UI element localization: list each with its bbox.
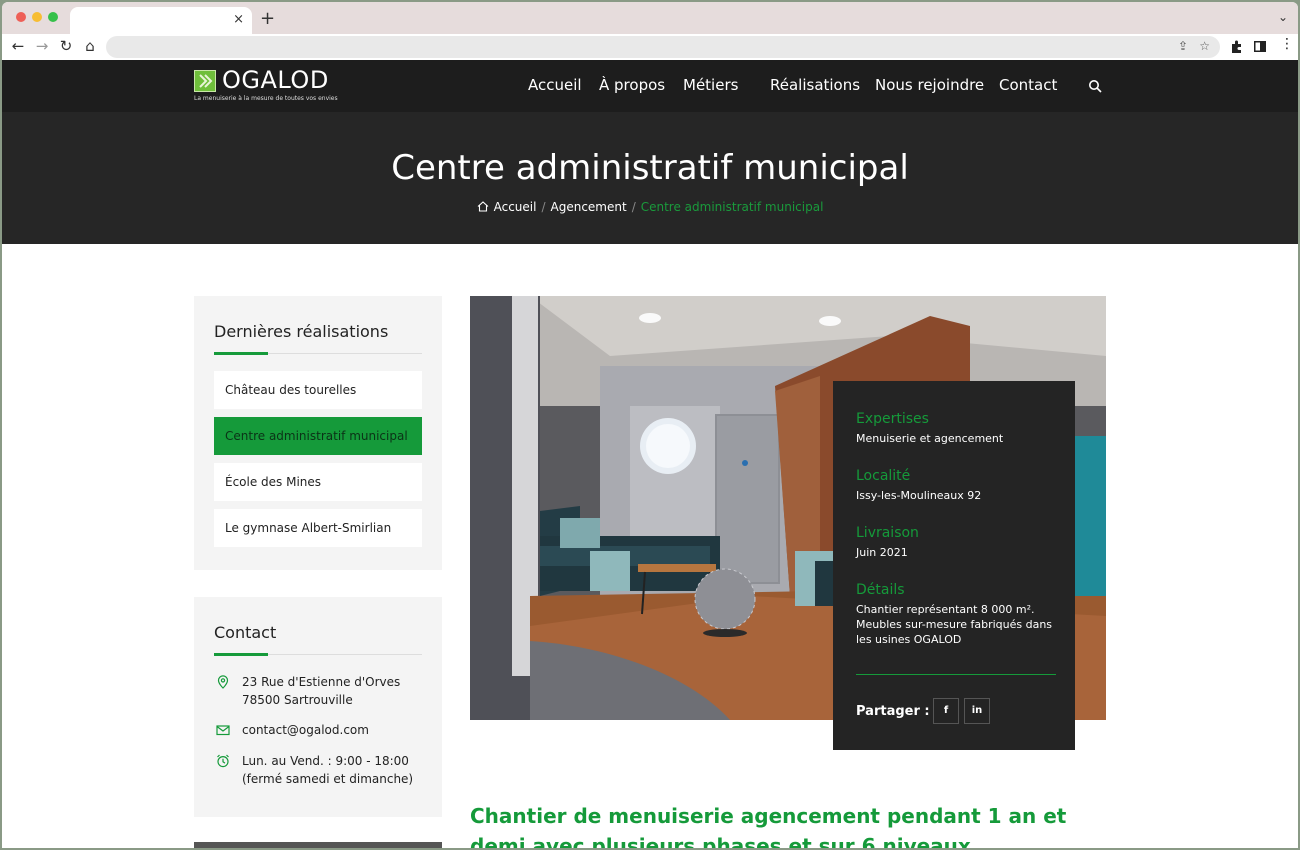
breadcrumb: Accueil / Agencement / Centre administratif … (2, 200, 1298, 214)
hours-line-2: (fermé samedi et dimanche) (242, 772, 414, 786)
logo-tagline: La menuiserie à la mesure de toutes vos … (194, 95, 338, 102)
close-window-button[interactable] (16, 12, 26, 22)
nav-accueil[interactable]: Accueil (528, 76, 582, 94)
address-line-2: 78500 Sartrouville (242, 693, 353, 707)
breadcrumb-current: Centre administratif municipal (640, 200, 824, 214)
url-input[interactable]: ⇪ ☆ (106, 36, 1220, 58)
nav-realisations[interactable]: Réalisations (770, 76, 860, 94)
logo-mark-icon (194, 70, 216, 92)
livraison-label: Livraison (856, 525, 919, 541)
breadcrumb-agencement[interactable]: Agencement (551, 200, 627, 214)
breadcrumb-home-icon[interactable] (477, 201, 489, 212)
contact-title: Contact (214, 623, 277, 642)
localite-value: Issy-les-Moulineaux 92 (856, 489, 982, 502)
back-icon[interactable]: ← (10, 37, 26, 55)
details-value: Chantier représentant 8 000 m². Meubles … (856, 603, 1053, 646)
email-link[interactable]: contact@ogalod.com (242, 721, 369, 739)
sidebar-thumbnail (194, 842, 442, 848)
nav-contact[interactable]: Contact (999, 76, 1057, 94)
breadcrumb-separator: / (541, 200, 546, 214)
browser-menu-icon[interactable]: ⋮ (1280, 36, 1294, 52)
panel-divider-accent (214, 653, 268, 656)
logo-text: OGALOD (222, 66, 329, 94)
realisations-title: Dernières réalisations (214, 322, 389, 341)
localite-label: Localité (856, 468, 911, 484)
tab-strip: × + ⌄ (2, 2, 1298, 34)
tab-search-icon[interactable]: ⌄ (1278, 10, 1288, 24)
reload-icon[interactable]: ↻ (58, 37, 74, 55)
nav-metiers[interactable]: Métiers (683, 76, 738, 94)
realisation-item-ecole-des-mines[interactable]: École des Mines (214, 463, 422, 501)
site-header: OGALOD La menuiserie à la mesure de tout… (2, 60, 1298, 112)
expertises-value: Menuiserie et agencement (856, 432, 1004, 445)
share-facebook-button[interactable]: f (933, 698, 959, 724)
share-label: Partager : (856, 704, 930, 719)
search-icon[interactable] (1088, 79, 1102, 93)
nav-a-propos[interactable]: À propos (599, 76, 665, 94)
envelope-icon (216, 725, 230, 736)
address-line-1: 23 Rue d'Estienne d'Orves (242, 675, 401, 689)
share-linkedin-button[interactable]: in (964, 698, 990, 724)
project-info-box: Expertises Menuiserie et agencement Loca… (833, 381, 1075, 750)
panel-divider-accent (214, 352, 268, 355)
page-hero: Centre administratif municipal Accueil / A… (2, 112, 1298, 244)
browser-window: × + ⌄ ← → ↻ ⌂ ⇪ ☆ ⋮ OGALOD La menuiserie… (2, 2, 1298, 848)
minimize-window-button[interactable] (32, 12, 42, 22)
bookmark-star-icon[interactable]: ☆ (1199, 39, 1210, 53)
realisations-panel: Dernières réalisations Château des toure… (194, 296, 442, 570)
breadcrumb-separator: / (631, 200, 636, 214)
address-bar: ← → ↻ ⌂ ⇪ ☆ ⋮ (2, 34, 1298, 60)
alarm-clock-icon (217, 754, 229, 768)
side-panel-icon[interactable] (1254, 41, 1266, 52)
info-divider (856, 674, 1056, 675)
home-icon[interactable]: ⌂ (82, 37, 98, 55)
contact-panel: Contact 23 Rue d'Estienne d'Orves 78500 … (194, 597, 442, 817)
share-icon[interactable]: ⇪ (1178, 39, 1188, 53)
realisation-item-gymnase[interactable]: Le gymnase Albert-Smirlian (214, 509, 422, 547)
hours-line-1: Lun. au Vend. : 9:00 - 18:00 (242, 754, 409, 768)
nav-nous-rejoindre[interactable]: Nous rejoindre (875, 76, 984, 94)
content-heading: Chantier de menuiserie agencement pendan… (470, 804, 1067, 848)
realisation-item-chateau[interactable]: Château des tourelles (214, 371, 422, 409)
details-label: Détails (856, 582, 905, 598)
new-tab-button[interactable]: + (260, 8, 275, 29)
browser-tab[interactable]: × (70, 7, 252, 34)
tab-close-icon[interactable]: × (233, 12, 244, 27)
extensions-icon[interactable] (1230, 40, 1243, 53)
logo[interactable]: OGALOD La menuiserie à la mesure de tout… (194, 66, 338, 104)
forward-icon[interactable]: → (34, 37, 50, 55)
expertises-label: Expertises (856, 411, 929, 427)
location-pin-icon (217, 675, 229, 689)
page-title: Centre administratif municipal (391, 148, 909, 188)
breadcrumb-accueil[interactable]: Accueil (494, 200, 537, 214)
livraison-value: Juin 2021 (856, 546, 908, 559)
realisation-item-centre-administratif[interactable]: Centre administratif municipal (214, 417, 422, 455)
maximize-window-button[interactable] (48, 12, 58, 22)
